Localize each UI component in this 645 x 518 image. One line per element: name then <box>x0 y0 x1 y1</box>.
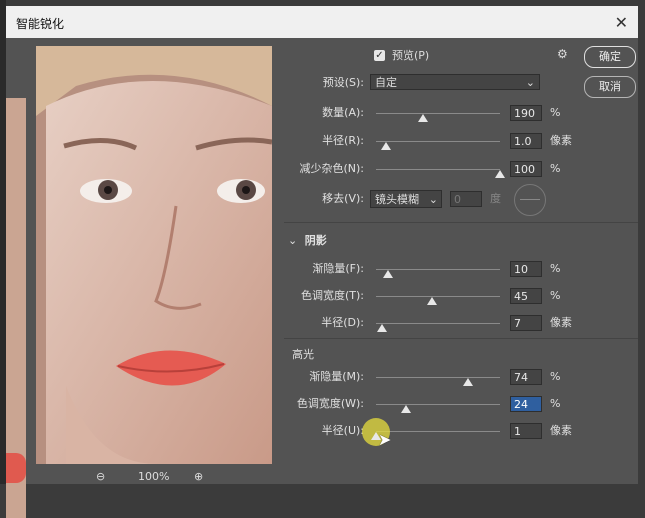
ok-button[interactable]: 确定 <box>584 46 636 68</box>
preview-toggle[interactable]: ✓ 预览(P) <box>374 48 494 68</box>
shadows-section-header[interactable]: ⌄ 阴影 <box>288 232 327 248</box>
highlight-radius-row: 半径(U): ➤ 1 像素 <box>274 418 574 449</box>
chevron-down-icon: ⌄ <box>288 234 298 247</box>
highlight-tonal-width-input[interactable]: 24 <box>510 396 542 412</box>
cancel-button[interactable]: 取消 <box>584 76 636 98</box>
amount-slider[interactable] <box>376 113 500 114</box>
dialog-title: 智能锐化 <box>16 17 65 31</box>
highlight-tonal-width-slider-thumb[interactable] <box>400 405 411 413</box>
highlight-fade-input[interactable]: 74 <box>510 369 542 385</box>
zoom-level: 100% <box>138 470 170 483</box>
amount-slider-thumb[interactable] <box>418 114 429 122</box>
mouse-pointer-icon: ➤ <box>378 430 392 449</box>
reduce-noise-row: 减少杂色(N): 100 % <box>299 161 561 178</box>
shadow-fade-input[interactable]: 10 <box>510 261 542 277</box>
shadow-fade-slider-thumb[interactable] <box>383 270 394 278</box>
gear-icon[interactable]: ⚙ <box>557 47 568 61</box>
highlight-fade-slider-thumb[interactable] <box>462 378 473 386</box>
shadow-tonal-width-input[interactable]: 45 <box>510 288 542 304</box>
reduce-noise-input[interactable]: 100 <box>510 161 542 177</box>
zoom-out-icon[interactable]: ⊖ <box>96 470 105 483</box>
chevron-down-icon: ⌄ <box>525 76 535 89</box>
angle-dial[interactable] <box>514 184 546 216</box>
shadow-radius-input[interactable]: 7 <box>510 315 542 331</box>
highlight-radius-input[interactable]: 1 <box>510 423 542 439</box>
background-image-strip <box>6 98 26 518</box>
checkbox-icon[interactable]: ✓ <box>374 50 385 61</box>
angle-input[interactable]: 0 <box>450 191 482 207</box>
shadow-tonal-width-slider-thumb[interactable] <box>426 297 437 305</box>
settings-panel: ✓ 预览(P) ⚙ 确定 取消 预设(S): 自定 ⌄ 数量(A): 190 %… <box>274 38 638 484</box>
smart-sharpen-dialog: ⊖ 100% ⊕ ✓ 预览(P) ⚙ 确定 取消 预设(S): 自定 ⌄ 数量(… <box>6 38 638 518</box>
shadow-tonal-width-slider[interactable] <box>376 296 500 297</box>
chevron-down-icon: ⌄ <box>428 193 438 206</box>
preset-row: 预设(S): 自定 ⌄ <box>274 74 544 94</box>
shadow-fade-row: 渐隐量(F): 10 % <box>312 261 561 278</box>
dialog-titlebar: 智能锐化 ✕ <box>6 6 638 38</box>
highlight-tonal-width-slider[interactable] <box>376 404 500 405</box>
zoom-in-icon[interactable]: ⊕ <box>194 470 203 483</box>
zoom-controls: ⊖ 100% ⊕ <box>96 470 226 484</box>
shadow-tonal-width-row: 色调宽度(T): 45 % <box>300 288 561 305</box>
highlight-tonal-width-row: 色调宽度(W): 24 % <box>296 396 561 413</box>
shadow-radius-slider-thumb[interactable] <box>377 324 388 332</box>
reduce-noise-slider-thumb[interactable] <box>495 170 505 178</box>
amount-input[interactable]: 190 <box>510 105 542 121</box>
highlight-fade-slider[interactable] <box>376 377 500 378</box>
remove-select[interactable]: 镜头模糊 ⌄ <box>370 190 442 208</box>
shadow-fade-slider[interactable] <box>376 269 500 270</box>
highlight-fade-row: 渐隐量(M): 74 % <box>309 369 561 386</box>
portrait-photo <box>36 46 272 464</box>
radius-input[interactable]: 1.0 <box>510 133 542 149</box>
radius-slider-thumb[interactable] <box>380 142 391 150</box>
amount-row: 数量(A): 190 % <box>322 105 561 122</box>
remove-row: 移去(V): 镜头模糊 ⌄ 0 度 <box>274 184 564 216</box>
preview-image[interactable] <box>36 46 272 464</box>
highlight-radius-slider[interactable] <box>376 431 500 432</box>
preset-label: 预设(S): <box>322 76 364 89</box>
preview-label: 预览(P) <box>392 49 430 62</box>
shadow-radius-row: 半径(D): 7 像素 <box>321 315 572 332</box>
shadow-radius-slider[interactable] <box>376 323 500 324</box>
radius-slider[interactable] <box>376 141 500 142</box>
reduce-noise-slider[interactable] <box>376 169 500 170</box>
highlights-section-header[interactable]: 高光 <box>292 346 314 362</box>
preset-select[interactable]: 自定 ⌄ <box>370 74 540 90</box>
radius-row: 半径(R): 1.0 像素 <box>322 133 572 150</box>
close-icon[interactable]: ✕ <box>615 13 628 32</box>
